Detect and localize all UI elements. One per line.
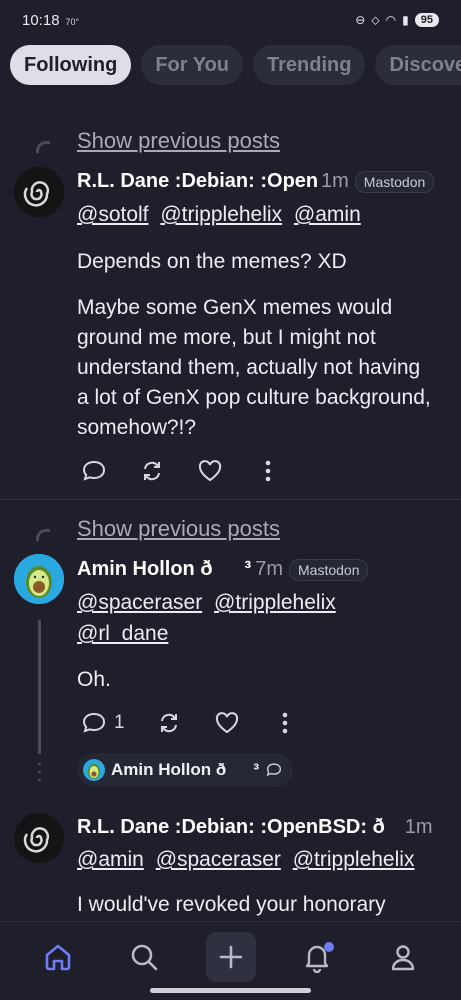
status-right: ⊖ ⬦ ◠ ▮ 95: [355, 13, 439, 28]
author-name[interactable]: Amin Hollon ð³: [77, 557, 251, 582]
avocado-mini-image: [88, 764, 100, 779]
mentions: @amin @spaceraser @tripplehelix: [77, 844, 447, 875]
avatar[interactable]: [14, 554, 64, 604]
signal-icon: ▮: [402, 13, 409, 27]
author-name[interactable]: R.L. Dane :Debian: :OpenBSD: ð: [77, 815, 401, 840]
mentions: @spaceraser @tripplehelix @rl_dane: [77, 587, 377, 649]
thread-hook: [36, 529, 50, 541]
post-actions: [80, 457, 282, 485]
post-paragraph: Oh.: [77, 668, 111, 691]
dnd-icon: ⊖: [355, 13, 366, 27]
mention-link[interactable]: @tripplehelix: [160, 203, 282, 226]
reply-icon: [82, 460, 106, 481]
post-time: 7m: [255, 558, 283, 580]
location-icon: ⬦: [371, 12, 380, 27]
status-left: 10:18 70°: [22, 12, 79, 29]
mention-link[interactable]: @spaceraser: [156, 848, 281, 871]
avatar[interactable]: [14, 167, 64, 217]
battery-indicator: 95: [414, 13, 439, 27]
mention-link[interactable]: @sotolf: [77, 203, 149, 226]
reply-button[interactable]: 1: [80, 709, 125, 737]
mentions: @sotolf @tripplehelix @amin: [77, 199, 447, 230]
compose-icon: [219, 945, 243, 969]
mention-link[interactable]: @amin: [294, 203, 361, 226]
boost-button[interactable]: [138, 457, 166, 485]
author-name[interactable]: R.L. Dane :Debian: :OpenBSD:: [77, 170, 317, 193]
show-previous-posts-link[interactable]: Show previous posts: [77, 128, 280, 154]
thread-line: [38, 620, 41, 754]
heart-icon: [198, 460, 222, 482]
post-actions: 1: [80, 709, 299, 737]
reply-icon: [266, 763, 282, 777]
favourite-button[interactable]: [213, 709, 241, 737]
post-header: R.L. Dane :Debian: :OpenBSD: ð 1m: [77, 815, 447, 840]
more-vertical-icon: [265, 460, 271, 482]
post-paragraph: Depends on the memes? XD: [77, 250, 347, 273]
nav-profile[interactable]: [378, 932, 428, 982]
post-time: 1m: [404, 816, 433, 838]
tab-discover[interactable]: Discover: [375, 45, 461, 85]
post-time: 1m: [321, 170, 349, 192]
boost-button[interactable]: [155, 709, 183, 737]
thread-hook: [36, 141, 50, 153]
avocado-avatar-image: [14, 554, 64, 604]
reply-icon: [82, 712, 106, 733]
show-previous-posts-link[interactable]: Show previous posts: [77, 516, 280, 542]
server-badge: Mastodon: [354, 170, 435, 193]
nav-home[interactable]: [33, 932, 83, 982]
wifi-icon: ◠: [385, 13, 397, 27]
more-options-button[interactable]: [271, 709, 299, 737]
notification-dot: [324, 942, 334, 952]
heart-icon: [215, 712, 238, 734]
reply-count: 1: [114, 712, 125, 733]
avatar[interactable]: [14, 813, 64, 863]
tab-trending[interactable]: Trending: [253, 45, 366, 85]
more-options-button[interactable]: [254, 457, 282, 485]
reply-button[interactable]: [80, 457, 108, 485]
boost-icon: [144, 461, 160, 481]
mention-link[interactable]: @amin: [77, 848, 144, 871]
nav-search[interactable]: [119, 932, 169, 982]
post-header: R.L. Dane :Debian: :OpenBSD: 1m Mastodon: [77, 170, 447, 193]
mention-link[interactable]: @tripplehelix: [214, 591, 336, 614]
nav-compose[interactable]: [206, 932, 256, 982]
home-icon: [45, 944, 71, 971]
post-paragraph: I would've revoked your honorary: [77, 893, 386, 916]
mention-link[interactable]: @spaceraser: [77, 591, 202, 614]
reply-chip-author: Amin Hollon ð³: [111, 760, 260, 779]
post-divider: [0, 499, 461, 500]
server-badge: Mastodon: [289, 558, 369, 581]
post-paragraph: Maybe some GenX memes would ground me mo…: [77, 296, 431, 439]
thread-dots: [38, 762, 41, 782]
mini-avatar: [83, 759, 105, 781]
system-home-indicator[interactable]: [150, 988, 311, 993]
reply-preview-chip[interactable]: Amin Hollon ð³: [77, 753, 294, 787]
post-header: Amin Hollon ð³ 7m Mastodon: [77, 557, 447, 582]
mention-link[interactable]: @tripplehelix: [293, 848, 415, 871]
search-icon: [131, 944, 158, 971]
status-time: 10:18: [22, 11, 60, 29]
status-temperature: 70°: [65, 16, 80, 27]
favourite-button[interactable]: [196, 457, 224, 485]
tab-following[interactable]: Following: [10, 45, 132, 85]
nav-notifications[interactable]: [292, 932, 342, 982]
timeline-tabs: Following For You Trending Discover: [10, 45, 461, 87]
boost-icon: [160, 713, 177, 733]
timeline-feed: Show previous posts R.L. Dane :Debian: :…: [0, 110, 461, 920]
mention-link[interactable]: @rl_dane: [77, 622, 168, 645]
more-vertical-icon: [282, 712, 287, 734]
status-bar: 10:18 70° ⊖ ⬦ ◠ ▮ 95: [0, 0, 461, 40]
tab-for-you[interactable]: For You: [141, 45, 244, 85]
profile-icon: [391, 945, 415, 971]
spiral-avatar-image: [14, 167, 64, 217]
spiral-avatar-image: [14, 813, 64, 863]
